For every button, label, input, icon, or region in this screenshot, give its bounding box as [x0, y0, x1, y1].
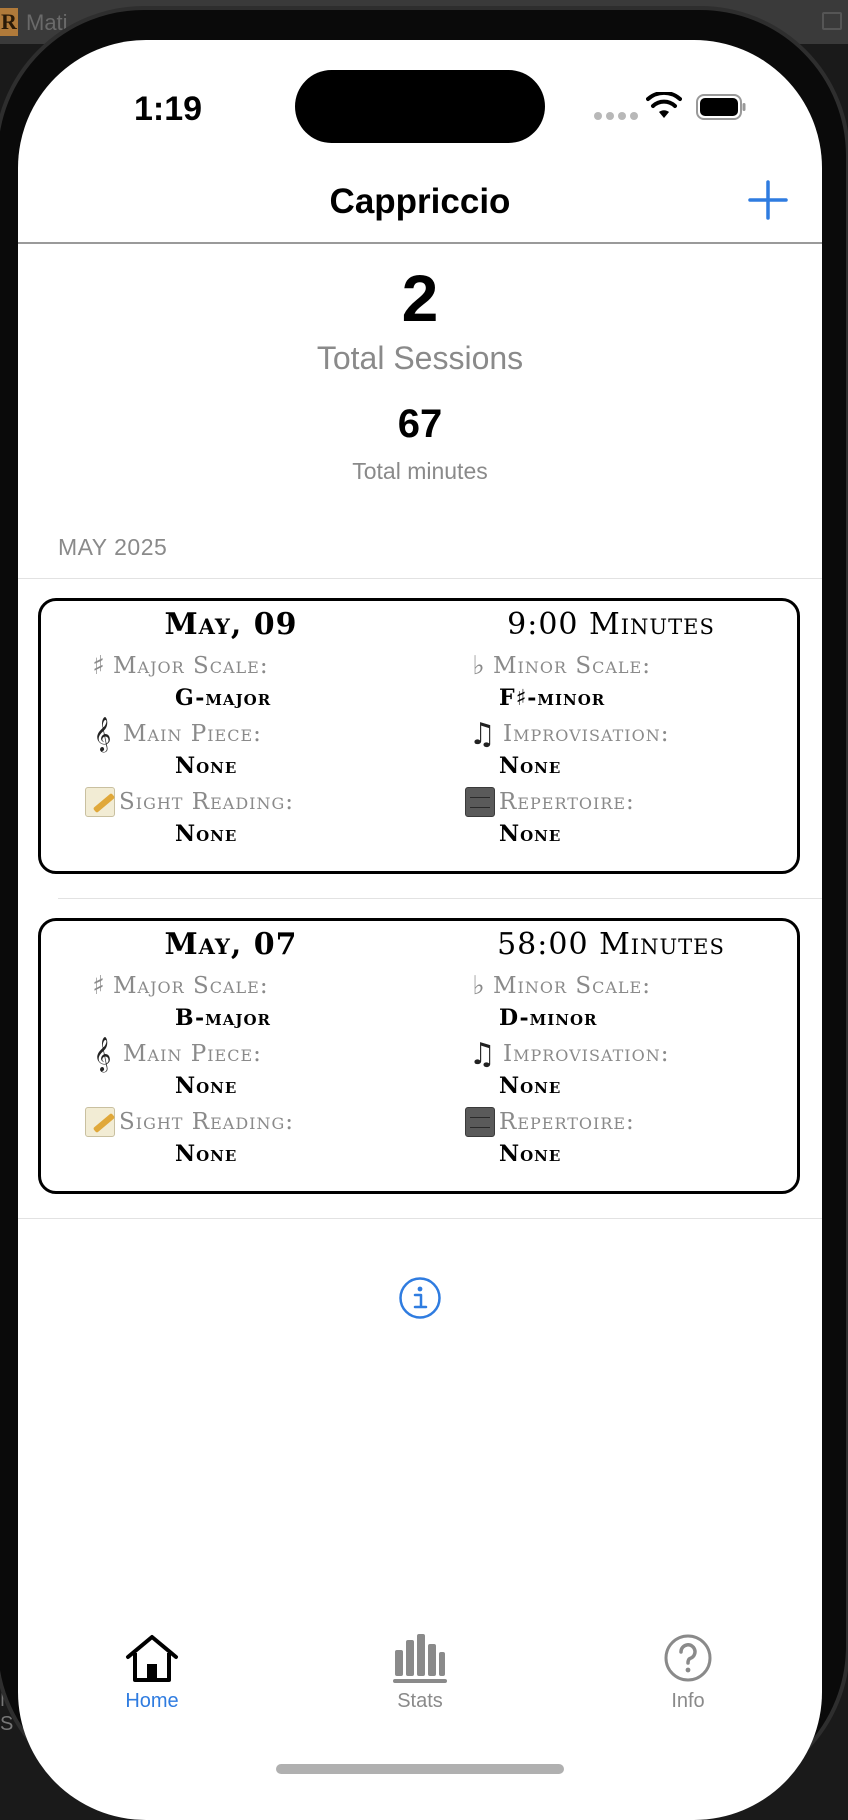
- info-button[interactable]: [398, 1276, 442, 1320]
- sight-reading-label: Sight Reading:: [119, 789, 294, 815]
- tab-stats-label: Stats: [350, 1690, 490, 1713]
- section-header-month: MAY 2025: [58, 534, 167, 561]
- improvisation-value: None: [465, 1069, 822, 1103]
- repertoire-value: None: [465, 817, 822, 851]
- sight-reading-label: Sight Reading:: [119, 1109, 294, 1135]
- tab-stats[interactable]: Stats: [350, 1632, 490, 1713]
- tab-home[interactable]: Home: [82, 1632, 222, 1713]
- session-date: May, 07: [41, 927, 421, 962]
- wifi-icon: [646, 92, 682, 120]
- sight-reading-value: None: [85, 1137, 445, 1171]
- major-scale-label: Major Scale:: [113, 973, 269, 999]
- sight-reading-field: Sight Reading: None: [85, 787, 445, 851]
- list-separator: [58, 898, 822, 899]
- music-notes-icon: ♫: [465, 717, 501, 752]
- session-minutes: 9:00 Minutes: [421, 607, 801, 642]
- nav-title: Cappriccio: [18, 182, 822, 222]
- main-piece-value: None: [85, 749, 445, 783]
- major-scale-field: ♯Major Scale: G-major: [85, 651, 445, 715]
- battery-icon: [696, 94, 746, 120]
- minor-scale-value: F♯-minor: [465, 681, 822, 715]
- main-piece-label: Main Piece:: [123, 721, 262, 747]
- memo-pencil-icon: [85, 787, 115, 817]
- major-scale-value: B-major: [85, 1001, 445, 1035]
- plus-icon: [750, 182, 786, 218]
- info-circle-icon: [401, 1279, 440, 1318]
- status-time: 1:19: [134, 90, 202, 129]
- improvisation-label: Improvisation:: [503, 1041, 670, 1067]
- file-cabinet-icon: [465, 787, 495, 817]
- improvisation-field: ♫Improvisation: None: [465, 1039, 822, 1103]
- desktop-app-icon: R: [0, 8, 18, 36]
- total-sessions-value: 2: [18, 260, 822, 336]
- repertoire-value: None: [465, 1137, 822, 1171]
- tab-home-label: Home: [82, 1690, 222, 1713]
- improvisation-label: Improvisation:: [503, 721, 670, 747]
- total-minutes-label: Total minutes: [18, 458, 822, 485]
- home-indicator[interactable]: [276, 1764, 564, 1774]
- bar-chart-icon: [391, 1632, 449, 1684]
- improvisation-field: ♫Improvisation: None: [465, 719, 822, 783]
- house-icon: [123, 1632, 181, 1684]
- improvisation-value: None: [465, 749, 822, 783]
- repertoire-field: Repertoire: None: [465, 787, 822, 851]
- minor-scale-field: ♭Minor Scale: F♯-minor: [465, 651, 822, 715]
- major-scale-value: G-major: [85, 681, 445, 715]
- music-notes-icon: ♫: [465, 1037, 501, 1072]
- flat-icon: ♭: [465, 651, 493, 681]
- question-circle-icon: [659, 1632, 717, 1684]
- sharp-icon: ♯: [85, 651, 113, 681]
- total-sessions-label: Total Sessions: [18, 340, 822, 377]
- main-piece-field: 𝄞Main Piece: None: [85, 1039, 445, 1103]
- phone-screen: 1:19 Cappriccio 2 Total Sessions 67 T: [18, 40, 822, 1820]
- sharp-icon: ♯: [85, 971, 113, 1001]
- session-card[interactable]: May, 07 58:00 Minutes ♯Major Scale: B-ma…: [38, 918, 800, 1194]
- dynamic-island: [295, 70, 545, 143]
- sight-reading-value: None: [85, 817, 445, 851]
- treble-clef-icon: 𝄞: [85, 717, 121, 752]
- window-control-icon[interactable]: [822, 12, 842, 30]
- tab-info-label: Info: [618, 1690, 758, 1713]
- main-piece-field: 𝄞Main Piece: None: [85, 719, 445, 783]
- repertoire-label: Repertoire:: [499, 789, 635, 815]
- flat-icon: ♭: [465, 971, 493, 1001]
- minor-scale-label: Minor Scale:: [493, 973, 651, 999]
- sight-reading-field: Sight Reading: None: [85, 1107, 445, 1171]
- minor-scale-label: Minor Scale:: [493, 653, 651, 679]
- file-cabinet-icon: [465, 1107, 495, 1137]
- section-separator: [18, 578, 822, 579]
- session-card[interactable]: May, 09 9:00 Minutes ♯Major Scale: G-maj…: [38, 598, 800, 874]
- main-piece-label: Main Piece:: [123, 1041, 262, 1067]
- tab-info[interactable]: Info: [618, 1632, 758, 1713]
- main-piece-value: None: [85, 1069, 445, 1103]
- list-end-separator: [18, 1218, 822, 1219]
- repertoire-field: Repertoire: None: [465, 1107, 822, 1171]
- major-scale-field: ♯Major Scale: B-major: [85, 971, 445, 1035]
- phone-frame: 1:19 Cappriccio 2 Total Sessions 67 T: [0, 6, 848, 1796]
- minor-scale-field: ♭Minor Scale: D-minor: [465, 971, 822, 1035]
- add-session-button[interactable]: [744, 176, 792, 224]
- total-minutes-value: 67: [18, 402, 822, 447]
- cellular-signal-icon: [594, 112, 638, 120]
- repertoire-label: Repertoire:: [499, 1109, 635, 1135]
- session-date: May, 09: [41, 607, 421, 642]
- treble-clef-icon: 𝄞: [85, 1037, 121, 1072]
- minor-scale-value: D-minor: [465, 1001, 822, 1035]
- nav-divider: [18, 242, 822, 244]
- memo-pencil-icon: [85, 1107, 115, 1137]
- major-scale-label: Major Scale:: [113, 653, 269, 679]
- session-minutes: 58:00 Minutes: [421, 927, 801, 962]
